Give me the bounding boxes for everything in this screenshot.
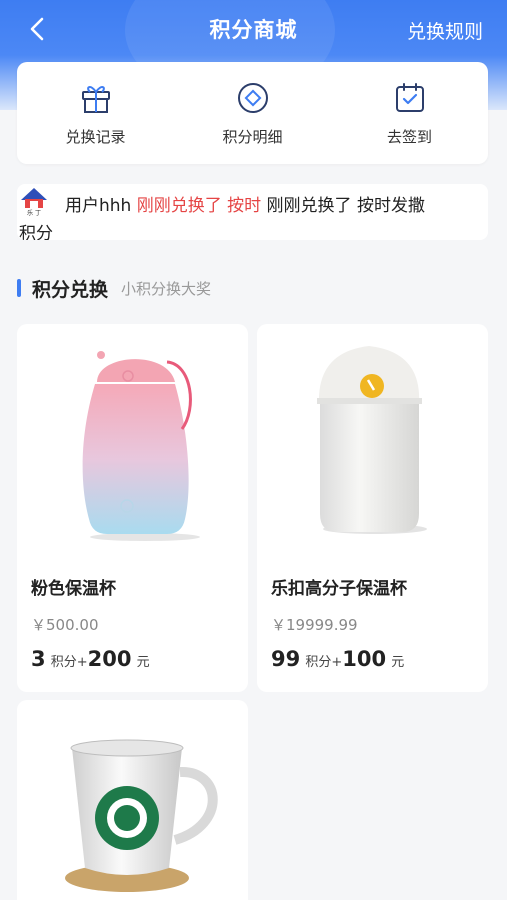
product-card[interactable]: 粉色保温杯 ￥500.00 3 积分+200 元 bbox=[17, 324, 248, 692]
notice-text: 刚刚兑换了 按时发撒 bbox=[266, 196, 425, 216]
notice-highlight: 刚刚兑换了 按时 bbox=[136, 196, 262, 216]
gift-icon bbox=[81, 85, 110, 113]
exchange-rules-link[interactable]: 兑换规则 bbox=[407, 17, 483, 44]
product-card[interactable]: 乐扣高分子保温杯 ￥19999.99 99 积分+100 元 bbox=[257, 324, 488, 692]
brand-logo: 乐 丁 bbox=[21, 188, 47, 216]
notice-user: 用户hhh bbox=[65, 196, 132, 216]
product-price: ￥500.00 bbox=[31, 616, 99, 634]
product-price: ￥19999.99 bbox=[271, 616, 358, 634]
cash-value: 100 bbox=[342, 647, 387, 671]
product-name: 乐扣高分子保温杯 bbox=[271, 579, 407, 599]
cash-unit: 元 bbox=[391, 655, 405, 670]
quick-menu: 兑换记录 积分明细 去签到 bbox=[17, 62, 488, 164]
pink-thermos-image bbox=[82, 351, 200, 541]
page-title: 积分商城 bbox=[209, 18, 298, 42]
plus-sign: + bbox=[331, 655, 343, 670]
back-button[interactable] bbox=[22, 14, 52, 44]
section-accent-bar bbox=[17, 279, 21, 297]
points-unit: 积分 bbox=[50, 655, 77, 670]
coin-icon bbox=[237, 82, 268, 113]
top-bar: 积分商城 兑换规则 bbox=[0, 0, 507, 58]
plus-sign: + bbox=[76, 655, 88, 670]
points-detail-button[interactable]: 积分明细 bbox=[183, 80, 323, 147]
cash-value: 200 bbox=[87, 647, 132, 671]
coffee-mug-image bbox=[65, 739, 218, 892]
product-name: 粉色保温杯 bbox=[31, 579, 116, 599]
calendar-check-icon bbox=[395, 82, 424, 112]
svg-text:乐 丁: 乐 丁 bbox=[27, 210, 41, 216]
product-points: 99 积分+100 元 bbox=[271, 647, 404, 671]
quick-label: 兑换记录 bbox=[65, 127, 126, 146]
product-points: 3 积分+200 元 bbox=[31, 647, 150, 671]
cash-unit: 元 bbox=[136, 655, 150, 670]
section-title: 积分兑换 bbox=[32, 278, 109, 301]
section-subtitle: 小积分换大奖 bbox=[121, 279, 212, 298]
points-value: 3 bbox=[31, 647, 46, 671]
exchange-record-button[interactable]: 兑换记录 bbox=[26, 80, 166, 147]
notice-line: 用户hhh 刚刚兑换了 按时 刚刚兑换了 按时发撒 bbox=[65, 191, 425, 216]
quick-label: 积分明细 bbox=[222, 127, 283, 146]
chevron-left-icon bbox=[30, 17, 44, 41]
points-value: 99 bbox=[271, 647, 301, 671]
points-unit: 积分 bbox=[305, 655, 332, 670]
product-card[interactable] bbox=[17, 700, 248, 900]
quick-label: 去签到 bbox=[386, 127, 432, 146]
section-header: 积分兑换 小积分换大奖 bbox=[17, 275, 211, 301]
notice-text-line2: 积分 bbox=[19, 224, 53, 240]
exchange-notice: 乐 丁 用户hhh 刚刚兑换了 按时 刚刚兑换了 按时发撒 积分 bbox=[17, 184, 488, 240]
white-thermos-image bbox=[317, 346, 427, 534]
sign-in-button[interactable]: 去签到 bbox=[340, 80, 480, 147]
